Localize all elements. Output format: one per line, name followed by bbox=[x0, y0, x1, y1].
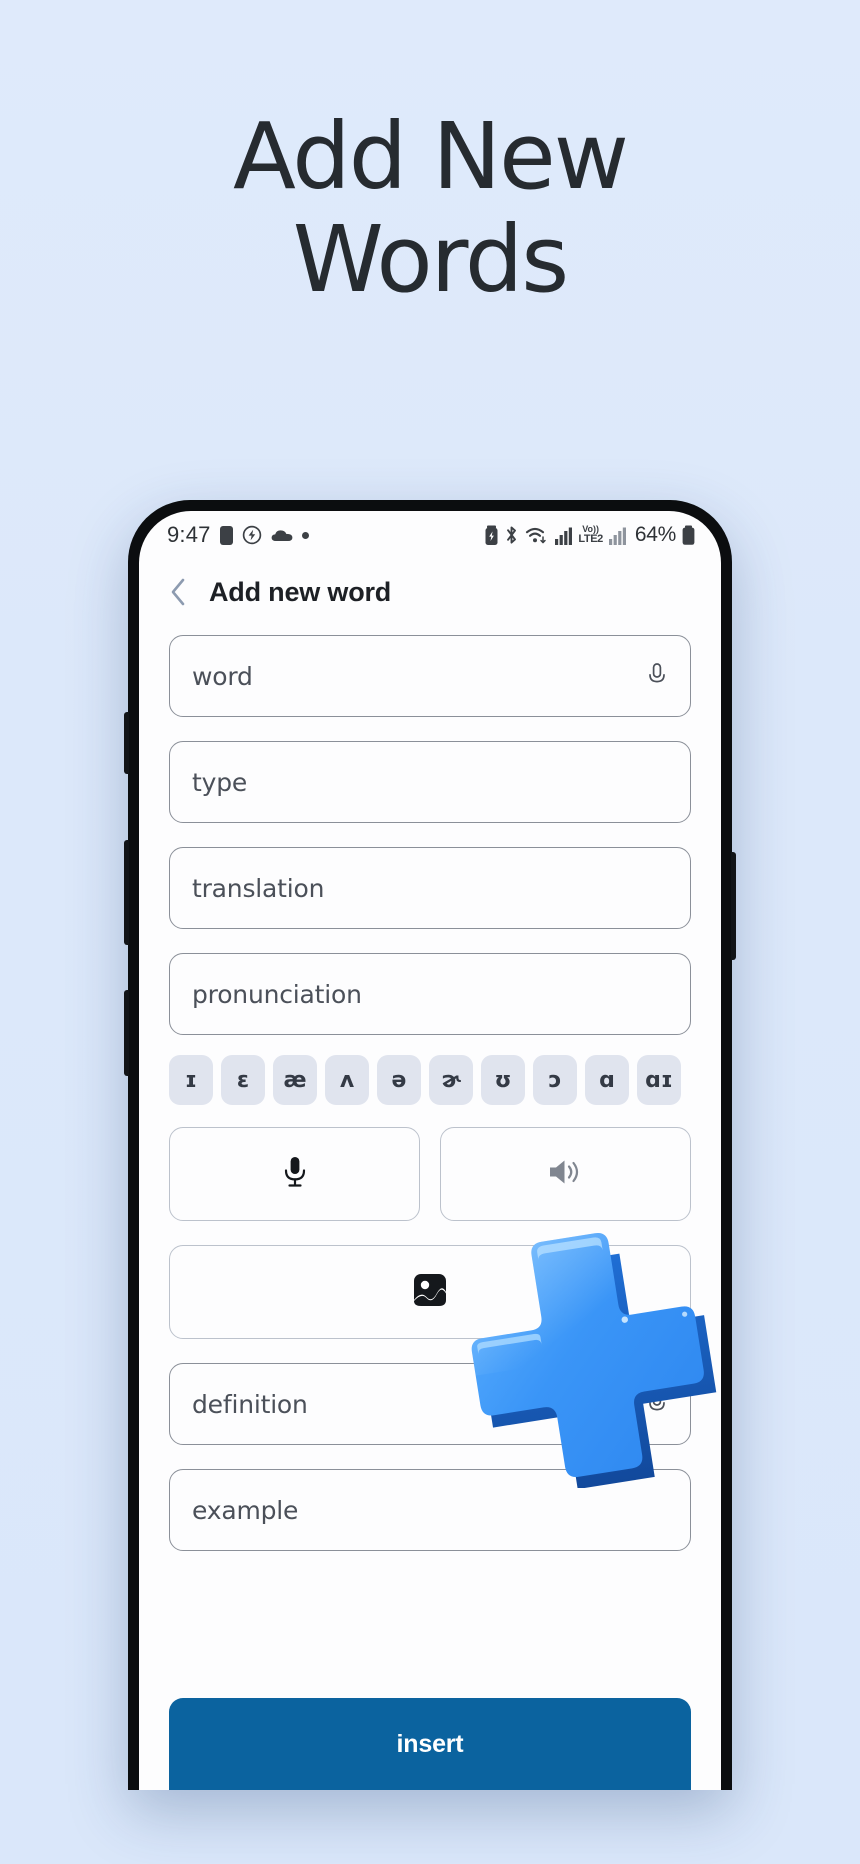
status-bar-left: 9:47 bbox=[167, 522, 309, 548]
ipa-key[interactable]: ɑ bbox=[585, 1055, 629, 1105]
speaker-icon bbox=[548, 1157, 584, 1192]
example-input[interactable]: example bbox=[169, 1469, 691, 1551]
ipa-key[interactable]: ɚ bbox=[429, 1055, 473, 1105]
ipa-key[interactable]: ʊ bbox=[481, 1055, 525, 1105]
phone-side-button-power bbox=[731, 852, 736, 960]
definition-input[interactable]: definition bbox=[169, 1363, 691, 1445]
image-icon bbox=[413, 1273, 447, 1312]
word-input[interactable]: word bbox=[169, 635, 691, 717]
microphone-icon[interactable] bbox=[646, 1390, 668, 1418]
volte-icon: Vo)) LTE2 bbox=[578, 525, 603, 545]
pronunciation-input-placeholder: pronunciation bbox=[192, 979, 362, 1009]
ipa-key[interactable]: ɪ bbox=[169, 1055, 213, 1105]
headline-line-2: Words bbox=[292, 206, 569, 314]
example-input-placeholder: example bbox=[192, 1495, 299, 1525]
definition-input-placeholder: definition bbox=[192, 1389, 308, 1419]
ipa-key[interactable]: ʌ bbox=[325, 1055, 369, 1105]
phone-side-button-volume-down bbox=[124, 990, 129, 1076]
ipa-key-row: ɪ ɛ æ ʌ ə ɚ ʊ ɔ ɑ ɑɪ bbox=[169, 1055, 691, 1105]
status-bar-right: Vo)) LTE2 64% bbox=[485, 523, 695, 547]
translation-input[interactable]: translation bbox=[169, 847, 691, 929]
status-time: 9:47 bbox=[167, 522, 211, 547]
play-audio-button[interactable] bbox=[440, 1127, 691, 1221]
pick-image-button[interactable] bbox=[169, 1245, 691, 1339]
headline-line-1: Add New bbox=[232, 103, 629, 210]
battery-saver-icon bbox=[485, 525, 498, 545]
app-bar-title: Add new word bbox=[209, 576, 392, 607]
bluetooth-icon bbox=[504, 525, 519, 545]
phone-screen: 9:47 Vo)) LTE2 64% Add new word word typ… bbox=[139, 511, 721, 1790]
sim-card-icon bbox=[219, 525, 233, 545]
signal-bars-2-icon bbox=[608, 525, 626, 545]
record-audio-button[interactable] bbox=[169, 1127, 420, 1221]
insert-button[interactable]: insert bbox=[169, 1698, 691, 1790]
translation-input-placeholder: translation bbox=[192, 873, 325, 903]
pronunciation-input[interactable]: pronunciation bbox=[169, 953, 691, 1035]
microphone-icon[interactable] bbox=[646, 662, 668, 690]
phone-side-button-volume-up bbox=[124, 840, 129, 945]
type-input-placeholder: type bbox=[192, 767, 248, 797]
battery-icon bbox=[682, 525, 695, 545]
ipa-key[interactable]: ɔ bbox=[533, 1055, 577, 1105]
type-input[interactable]: type bbox=[169, 741, 691, 823]
chevron-left-icon[interactable] bbox=[169, 577, 187, 607]
dot-icon bbox=[301, 531, 309, 539]
phone-side-button-mute bbox=[124, 712, 129, 774]
ipa-key[interactable]: ɛ bbox=[221, 1055, 265, 1105]
charging-bolt-icon bbox=[242, 525, 262, 545]
battery-percent-label: 64% bbox=[634, 523, 676, 546]
signal-bars-icon bbox=[555, 525, 573, 545]
microphone-icon bbox=[282, 1155, 308, 1194]
cloud-icon bbox=[271, 528, 293, 542]
phone-mockup: 9:47 Vo)) LTE2 64% Add new word word typ… bbox=[124, 500, 736, 1790]
add-word-form: word type translation pronunciation ɪ ɛ … bbox=[139, 625, 721, 1551]
ipa-key[interactable]: ə bbox=[377, 1055, 421, 1105]
wifi-icon bbox=[525, 525, 549, 545]
status-bar: 9:47 Vo)) LTE2 64% bbox=[139, 511, 721, 559]
audio-button-row bbox=[169, 1127, 691, 1221]
page-title: Add New Words bbox=[0, 105, 860, 311]
ipa-key[interactable]: æ bbox=[273, 1055, 317, 1105]
app-bar: Add new word bbox=[139, 559, 721, 625]
ipa-key[interactable]: ɑɪ bbox=[637, 1055, 681, 1105]
word-input-placeholder: word bbox=[192, 661, 253, 691]
volte-bottom-label: LTE2 bbox=[578, 533, 603, 545]
